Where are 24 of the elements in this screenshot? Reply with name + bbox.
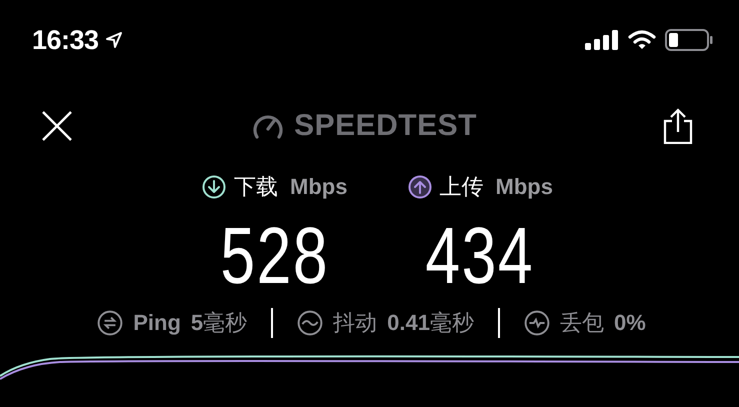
- wifi-icon: [628, 30, 656, 50]
- pulse-icon: [524, 310, 550, 336]
- wave-icon: [297, 310, 324, 336]
- result-label: 上传: [440, 173, 484, 201]
- speedtest-logo: SPEEDTEST: [294, 109, 477, 143]
- gauge-icon: [252, 113, 284, 139]
- unit-label: Mbps: [496, 174, 553, 200]
- stat-value: 0%: [614, 310, 646, 336]
- result-label: 下载: [234, 173, 278, 201]
- stat-label: Ping: [133, 310, 181, 336]
- speed-value: 528: [220, 216, 330, 296]
- stat-value: 5毫秒: [190, 309, 248, 337]
- stat-label: 抖动: [333, 309, 378, 337]
- share-button[interactable]: [663, 108, 693, 144]
- close-button[interactable]: [40, 109, 74, 143]
- status-time: 16:33: [32, 24, 99, 56]
- signal-icon: [585, 30, 619, 50]
- ping-icon: [97, 310, 124, 336]
- speed-value: 434: [426, 216, 535, 296]
- stat-label: 丢包: [560, 309, 604, 337]
- unit-label: Mbps: [290, 174, 348, 200]
- battery-icon: [665, 29, 713, 51]
- location-arrow-icon: [104, 31, 123, 49]
- stat-value: 0.41毫秒: [387, 309, 474, 337]
